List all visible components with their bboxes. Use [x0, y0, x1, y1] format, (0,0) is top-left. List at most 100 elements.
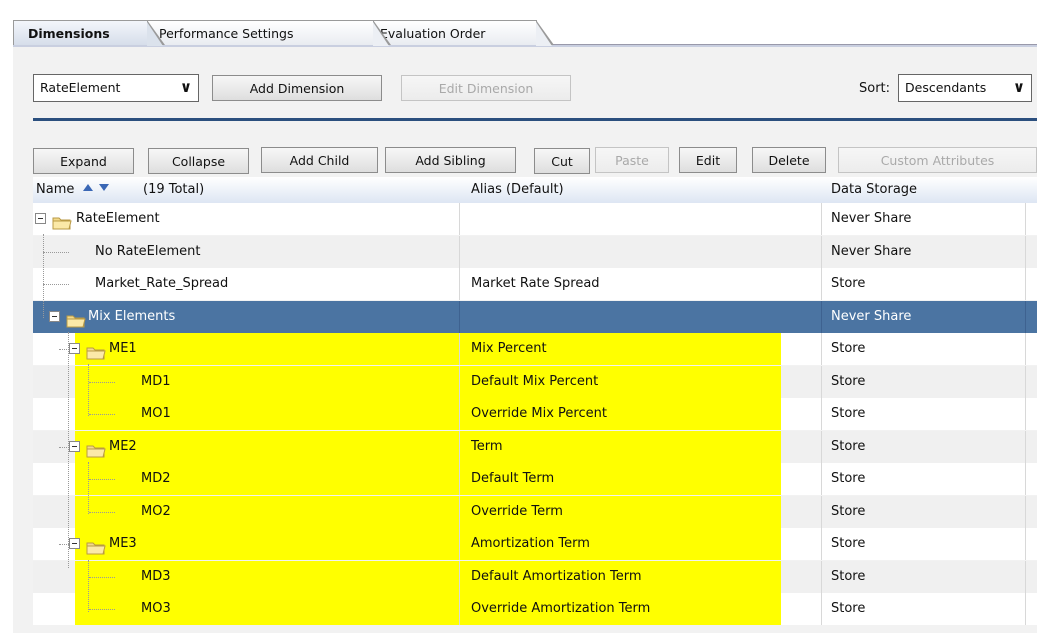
sort-label: Sort:: [859, 81, 891, 96]
member-name: MD2: [141, 471, 171, 486]
add-sibling-button[interactable]: Add Sibling: [385, 147, 516, 173]
tab-label: Dimensions: [28, 26, 110, 41]
data-storage-cell: Never Share: [831, 243, 912, 259]
name-cell: Market_Rate_Spread: [33, 268, 459, 300]
cut-button[interactable]: Cut: [534, 148, 590, 174]
expand-button[interactable]: Expand: [33, 148, 134, 174]
alias-cell: Default Amortization Term: [471, 568, 642, 584]
name-cell: No RateElement: [33, 236, 459, 268]
data-storage-cell: Store: [831, 341, 866, 356]
table-row[interactable]: MO2 Override Term Store: [33, 495, 1037, 528]
tree-connector: [43, 234, 44, 318]
data-storage-cell: Store: [831, 503, 866, 519]
folder-icon: [86, 341, 106, 360]
sort-select[interactable]: Descendants ∨: [898, 74, 1032, 102]
column-separator: [1025, 300, 1026, 333]
collapse-toggle-icon[interactable]: [69, 538, 80, 549]
folder-icon: [86, 439, 106, 457]
data-storage-cell: Store: [831, 536, 866, 551]
section-divider: [33, 118, 1037, 121]
tree-connector: [89, 609, 115, 610]
data-storage-cell: Store: [831, 373, 866, 389]
chevron-down-icon: ∨: [179, 78, 192, 96]
column-separator: [1025, 398, 1026, 430]
collapse-toggle-icon[interactable]: [69, 343, 80, 354]
edit-button[interactable]: Edit: [679, 147, 737, 173]
alias-cell: Default Term: [471, 471, 555, 486]
alias-cell: [459, 236, 821, 268]
alias-cell: Mix Percent: [471, 341, 547, 356]
alias-cell: Default Mix Percent: [471, 373, 599, 389]
alias-cell: [459, 301, 821, 333]
name-cell: RateElement: [33, 203, 459, 235]
data-storage-cell: Store: [831, 471, 866, 486]
table-row[interactable]: ME2 Term Store: [33, 430, 1037, 463]
total-count: (19 Total): [143, 182, 205, 197]
column-separator: [1025, 593, 1026, 625]
tab-dimensions[interactable]: Dimensions: [13, 20, 165, 46]
table-row[interactable]: Mix Elements Never Share: [33, 300, 1037, 333]
tab-strip: Evaluation Order Performance Settings Di…: [13, 8, 1037, 48]
alias-cell: Override Amortization Term: [471, 601, 651, 616]
add-dimension-button[interactable]: Add Dimension: [212, 75, 382, 101]
add-child-button[interactable]: Add Child: [261, 147, 378, 173]
tree-connector: [88, 364, 89, 416]
alias-cell: Term: [471, 438, 503, 454]
data-storage-cell: Store: [831, 276, 866, 291]
delete-button[interactable]: Delete: [752, 147, 826, 173]
alias-cell: Amortization Term: [471, 536, 590, 551]
collapse-toggle-icon[interactable]: [69, 440, 80, 452]
name-cell: MD3: [33, 561, 459, 593]
name-cell: ME3: [33, 528, 459, 560]
table-row[interactable]: ME1 Mix Percent Store: [33, 333, 1037, 365]
paste-button[interactable]: Paste: [595, 147, 669, 173]
name-cell: ME1: [33, 333, 459, 365]
table-row[interactable]: RateElement Never Share: [33, 203, 1037, 235]
table-row[interactable]: MO3 Override Amortization Term Store: [33, 593, 1037, 625]
table-row[interactable]: MD3 Default Amortization Term Store: [33, 560, 1037, 593]
member-name: MO1: [141, 406, 171, 421]
custom-attributes-button[interactable]: Custom Attributes: [838, 147, 1037, 173]
name-cell: ME2: [33, 431, 459, 463]
sort-ascending-icon[interactable]: [83, 181, 93, 196]
member-name: MD3: [141, 568, 171, 584]
collapse-toggle-icon[interactable]: [35, 213, 46, 224]
column-separator: [1025, 333, 1026, 365]
column-header-alias[interactable]: Alias (Default): [471, 182, 564, 197]
tree-connector: [43, 251, 69, 253]
alias-cell: [459, 203, 821, 235]
dimension-select[interactable]: RateElement ∨: [33, 74, 199, 102]
column-separator: [1025, 365, 1026, 398]
folder-icon: [52, 211, 72, 230]
table-row[interactable]: Market_Rate_Spread Market Rate Spread Stor…: [33, 268, 1037, 300]
table-row[interactable]: MD1 Default Mix Percent Store: [33, 365, 1037, 398]
name-cell: Mix Elements: [33, 301, 459, 333]
table-row[interactable]: MO1 Override Mix Percent Store: [33, 398, 1037, 430]
sort-descending-icon[interactable]: [99, 181, 109, 196]
table-row[interactable]: No RateElement Never Share: [33, 235, 1037, 268]
edit-dimension-button[interactable]: Edit Dimension: [401, 75, 571, 101]
column-separator: [1025, 203, 1026, 235]
collapse-toggle-icon[interactable]: [49, 310, 60, 322]
data-storage-cell: Store: [831, 406, 866, 421]
collapse-button[interactable]: Collapse: [148, 148, 249, 174]
table-row[interactable]: MD2 Default Term Store: [33, 463, 1037, 495]
tree-connector: [88, 462, 89, 514]
folder-icon: [66, 309, 86, 327]
member-name: ME2: [109, 438, 137, 454]
column-separator: [1025, 235, 1026, 268]
table-row[interactable]: ME3 Amortization Term Store: [33, 528, 1037, 560]
member-name: MO2: [141, 503, 171, 519]
member-name: ME1: [109, 341, 137, 356]
name-cell: MO2: [33, 496, 459, 528]
tree-connector: [89, 414, 115, 415]
column-separator: [1025, 268, 1026, 300]
column-header-data-storage[interactable]: Data Storage: [831, 182, 917, 197]
dimension-select-value: RateElement: [40, 80, 121, 95]
column-separator: [1025, 560, 1026, 593]
tab-performance-settings[interactable]: Performance Settings: [144, 20, 391, 46]
member-name: No RateElement: [95, 243, 201, 259]
name-cell: MD1: [33, 366, 459, 398]
data-storage-cell: Store: [831, 568, 866, 584]
column-header-name[interactable]: Name: [36, 182, 74, 197]
